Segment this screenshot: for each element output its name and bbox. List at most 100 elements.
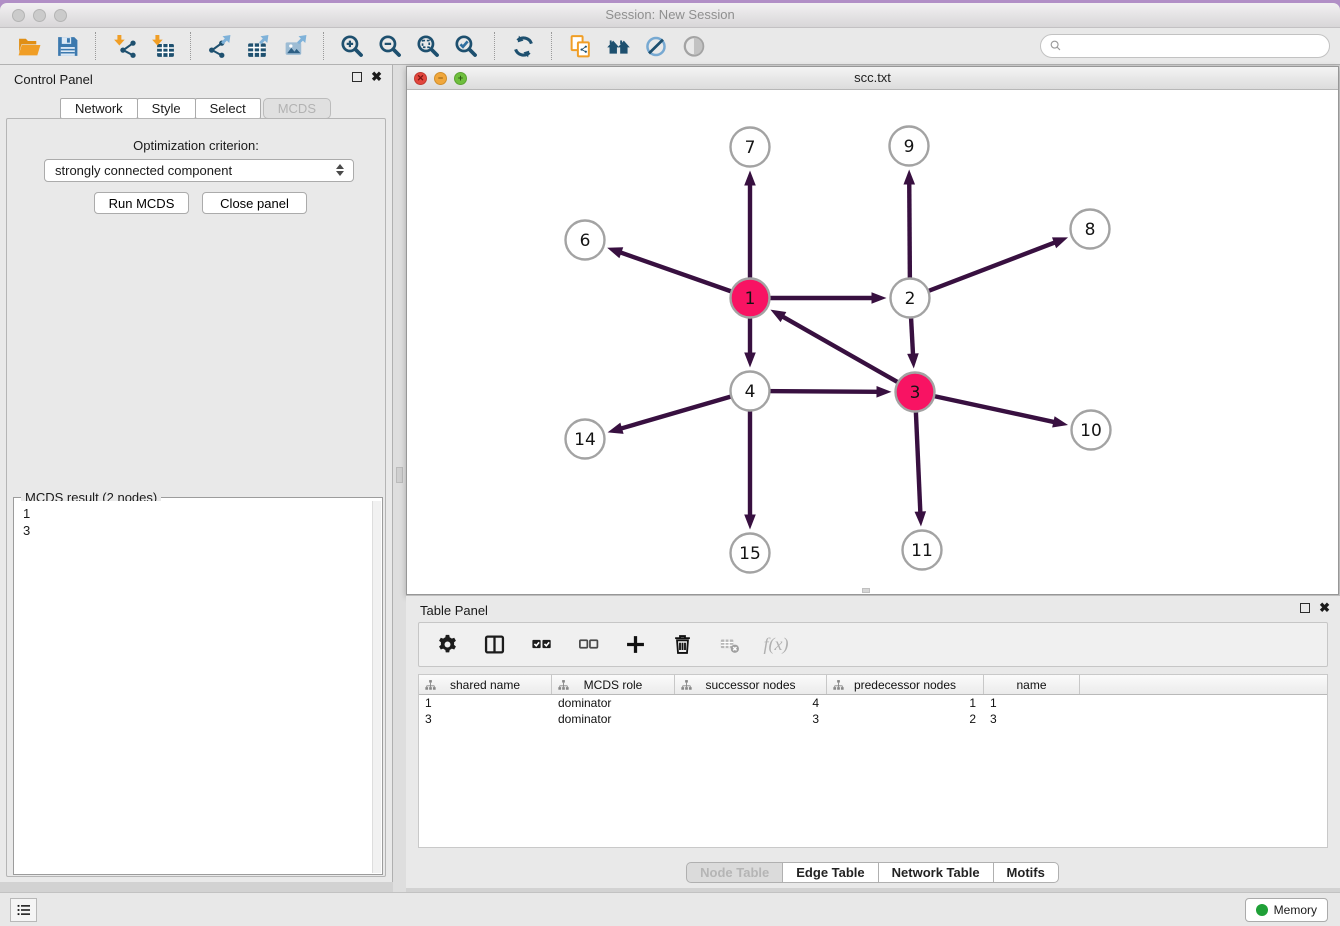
memory-button[interactable]: Memory — [1245, 898, 1328, 922]
edge-2-8[interactable] — [910, 237, 1068, 298]
table-cell[interactable]: 2 — [827, 711, 984, 727]
edge-3-10[interactable] — [915, 392, 1068, 428]
svg-text:11: 11 — [911, 541, 933, 561]
search-input[interactable] — [1068, 39, 1321, 53]
run-mcds-button[interactable]: Run MCDS — [94, 192, 189, 214]
deselect-all-icon[interactable] — [576, 633, 600, 657]
graph-node-3[interactable]: 3 — [896, 373, 935, 412]
columns-icon[interactable] — [482, 633, 506, 657]
control-tab-network[interactable]: Network — [60, 98, 138, 119]
float-panel-icon[interactable] — [352, 72, 362, 82]
table-cell[interactable]: dominator — [552, 711, 675, 727]
column-header-shared-name[interactable]: shared name — [419, 675, 552, 694]
mcds-result-values[interactable]: 1 3 — [15, 501, 372, 873]
edge-4-14[interactable] — [608, 391, 750, 434]
shared-column-icon — [680, 679, 693, 692]
table-cell[interactable]: 3 — [675, 711, 827, 727]
splitter-grip[interactable] — [396, 467, 403, 483]
home-icon[interactable] — [603, 31, 633, 61]
table-cell[interactable]: 1 — [827, 695, 984, 711]
graph-node-7[interactable]: 7 — [731, 128, 770, 167]
table-cell[interactable]: 4 — [675, 695, 827, 711]
graph-node-9[interactable]: 9 — [890, 127, 929, 166]
table-cell[interactable]: 1 — [984, 695, 1080, 711]
select-all-icon[interactable] — [529, 633, 553, 657]
memory-label: Memory — [1274, 903, 1317, 917]
table-tab-node-table[interactable]: Node Table — [686, 862, 783, 883]
open-folder-icon[interactable] — [14, 31, 44, 61]
column-header-predecessor-nodes[interactable]: predecessor nodes — [827, 675, 984, 694]
graph-node-11[interactable]: 11 — [903, 531, 942, 570]
edge-4-15[interactable] — [744, 391, 756, 530]
network-canvas[interactable]: 7 9 6 8 1 2 4 3 14 10 15 11 — [407, 90, 1338, 594]
duplicate-network-icon[interactable] — [565, 31, 595, 61]
close-panel-icon[interactable]: ✖ — [371, 71, 382, 83]
search-box[interactable] — [1040, 34, 1330, 58]
application-window: Session: New Session Control Panel ✖ Net… — [0, 3, 1340, 926]
graph-node-1[interactable]: 1 — [731, 279, 770, 318]
table-tab-motifs[interactable]: Motifs — [993, 862, 1059, 883]
import-table-icon[interactable] — [147, 31, 177, 61]
control-panel-tabs: NetworkStyleSelectMCDS — [0, 98, 392, 119]
control-panel-title: Control Panel — [14, 72, 93, 87]
control-tab-select[interactable]: Select — [195, 98, 261, 119]
graph-node-15[interactable]: 15 — [731, 534, 770, 573]
table-cell[interactable]: dominator — [552, 695, 675, 711]
table-row[interactable]: 1dominator411 — [419, 695, 1327, 711]
edge-3-1[interactable] — [770, 310, 915, 392]
table-tab-network-table[interactable]: Network Table — [878, 862, 994, 883]
close-table-panel-icon[interactable]: ✖ — [1319, 602, 1330, 614]
control-tab-style[interactable]: Style — [137, 98, 196, 119]
control-tab-mcds[interactable]: MCDS — [263, 98, 331, 119]
refresh-icon[interactable] — [508, 31, 538, 61]
zoom-selected-icon[interactable] — [451, 31, 481, 61]
export-network-icon[interactable] — [204, 31, 234, 61]
graph-node-4[interactable]: 4 — [731, 372, 770, 411]
close-panel-button[interactable]: Close panel — [202, 192, 307, 214]
import-network-icon[interactable] — [109, 31, 139, 61]
table-tab-edge-table[interactable]: Edge Table — [782, 862, 878, 883]
graph-node-2[interactable]: 2 — [891, 279, 930, 318]
graph-node-6[interactable]: 6 — [566, 221, 605, 260]
column-header-successor-nodes[interactable]: successor nodes — [675, 675, 827, 694]
save-icon[interactable] — [52, 31, 82, 61]
column-header-name[interactable]: name — [984, 675, 1080, 694]
control-panel: Control Panel ✖ NetworkStyleSelectMCDS O… — [0, 65, 393, 882]
zoom-fit-icon[interactable] — [413, 31, 443, 61]
graph-node-8[interactable]: 8 — [1071, 210, 1110, 249]
svg-text:15: 15 — [739, 544, 761, 564]
table-row[interactable]: 3dominator323 — [419, 711, 1327, 727]
export-table-icon[interactable] — [242, 31, 272, 61]
list-icon — [15, 901, 33, 919]
table-cell[interactable]: 3 — [984, 711, 1080, 727]
fx-icon: f(x) — [764, 633, 788, 657]
mcds-result-group: MCDS result (2 nodes) 1 3 — [13, 497, 383, 875]
result-scrollbar[interactable] — [372, 501, 381, 873]
style-icon[interactable] — [641, 31, 671, 61]
table-cell[interactable]: 1 — [419, 695, 552, 711]
float-table-panel-icon[interactable] — [1300, 603, 1310, 613]
fx-icon: f(x) — [764, 634, 789, 655]
export-image-icon[interactable] — [280, 31, 310, 61]
panel-splitter[interactable] — [393, 65, 406, 892]
log-console-button[interactable] — [10, 898, 37, 922]
network-window-titlebar[interactable]: ✕ − + scc.txt — [407, 67, 1338, 90]
edge-4-3[interactable] — [750, 386, 892, 398]
column-header-MCDS-role[interactable]: MCDS role — [552, 675, 675, 694]
settings-gear-icon[interactable] — [435, 633, 459, 657]
table-panel: Table Panel ✖ f(x) shared nameMCDS roles… — [406, 595, 1340, 888]
svg-text:6: 6 — [580, 231, 591, 251]
graph-node-14[interactable]: 14 — [566, 420, 605, 459]
edge-1-6[interactable] — [607, 247, 750, 298]
zoom-out-icon[interactable] — [375, 31, 405, 61]
svg-text:2: 2 — [905, 289, 916, 309]
zoom-in-icon[interactable] — [337, 31, 367, 61]
graph-node-10[interactable]: 10 — [1072, 411, 1111, 450]
add-icon[interactable] — [623, 633, 647, 657]
optimization-dropdown[interactable]: strongly connected component — [44, 159, 354, 182]
window-resize-grip[interactable] — [862, 588, 870, 593]
optimization-criterion-label: Optimization criterion: — [0, 138, 392, 153]
table-cell[interactable]: 3 — [419, 711, 552, 727]
trash-icon[interactable] — [670, 633, 694, 657]
node-table: shared nameMCDS rolesuccessor nodesprede… — [418, 674, 1328, 848]
